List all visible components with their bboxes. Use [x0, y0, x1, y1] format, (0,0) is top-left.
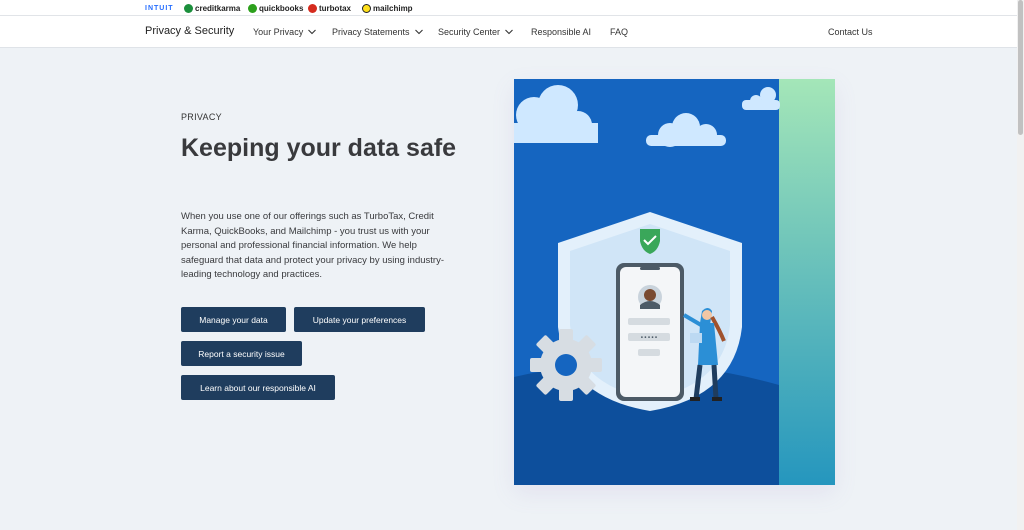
nav-your-privacy[interactable]: Your Privacy	[253, 27, 317, 37]
gear-icon	[530, 329, 602, 401]
scrollbar-thumb[interactable]	[1018, 0, 1023, 135]
hero-eyebrow: PRIVACY	[181, 112, 222, 122]
mailchimp-icon	[362, 3, 371, 13]
hero-headline: Keeping your data safe	[181, 134, 457, 162]
intuit-logo[interactable]: INTUIT	[145, 2, 174, 14]
mailchimp-logo[interactable]: mailchimp	[362, 2, 413, 14]
hero-description: When you use one of our offerings such a…	[181, 211, 444, 280]
top-navigation: Privacy & Security Your Privacy Privacy …	[0, 16, 1017, 48]
chevron-down-icon	[308, 29, 317, 35]
manage-your-data-button[interactable]: Manage your data	[181, 307, 286, 332]
nav-responsible-ai[interactable]: Responsible AI	[531, 27, 591, 37]
creditkarma-logo[interactable]: creditkarma	[184, 2, 240, 14]
nav-privacy-statements-label: Privacy Statements	[332, 27, 410, 37]
chevron-down-icon	[505, 29, 513, 35]
nav-your-privacy-label: Your Privacy	[253, 27, 304, 37]
update-preferences-button[interactable]: Update your preferences	[294, 307, 425, 332]
mailchimp-label: mailchimp	[373, 3, 413, 13]
nav-security-center[interactable]: Security Center	[438, 27, 513, 37]
turbotax-logo[interactable]: turbotax	[308, 2, 351, 14]
nav-faq-label: FAQ	[610, 27, 629, 37]
phone-icon: •••••	[616, 263, 684, 401]
creditkarma-icon	[184, 3, 193, 13]
password-mask: •••••	[640, 335, 658, 342]
creditkarma-label: creditkarma	[195, 3, 241, 13]
turbotax-label: turbotax	[319, 3, 351, 13]
nav-responsible-ai-label: Responsible AI	[531, 27, 592, 37]
nav-security-center-label: Security Center	[438, 27, 501, 37]
nav-privacy-statements[interactable]: Privacy Statements	[332, 27, 423, 37]
turbotax-icon	[308, 3, 317, 13]
page-scrollbar[interactable]	[1017, 0, 1024, 530]
quickbooks-logo[interactable]: quickbooks	[248, 2, 303, 14]
brand-bar: INTUIT creditkarma quickbooks turbotax m…	[0, 0, 1017, 16]
report-security-issue-button[interactable]: Report a security issue	[181, 341, 302, 366]
responsible-ai-button[interactable]: Learn about our responsible AI	[181, 375, 335, 400]
quickbooks-label: quickbooks	[259, 3, 304, 13]
avatar-icon	[638, 285, 662, 309]
site-title[interactable]: Privacy & Security	[145, 25, 234, 37]
chevron-down-icon	[414, 29, 423, 35]
contact-us-link[interactable]: Contact Us	[828, 27, 873, 37]
security-illustration: •••••	[514, 79, 835, 485]
quickbooks-icon	[248, 3, 257, 13]
nav-faq[interactable]: FAQ	[610, 27, 628, 37]
